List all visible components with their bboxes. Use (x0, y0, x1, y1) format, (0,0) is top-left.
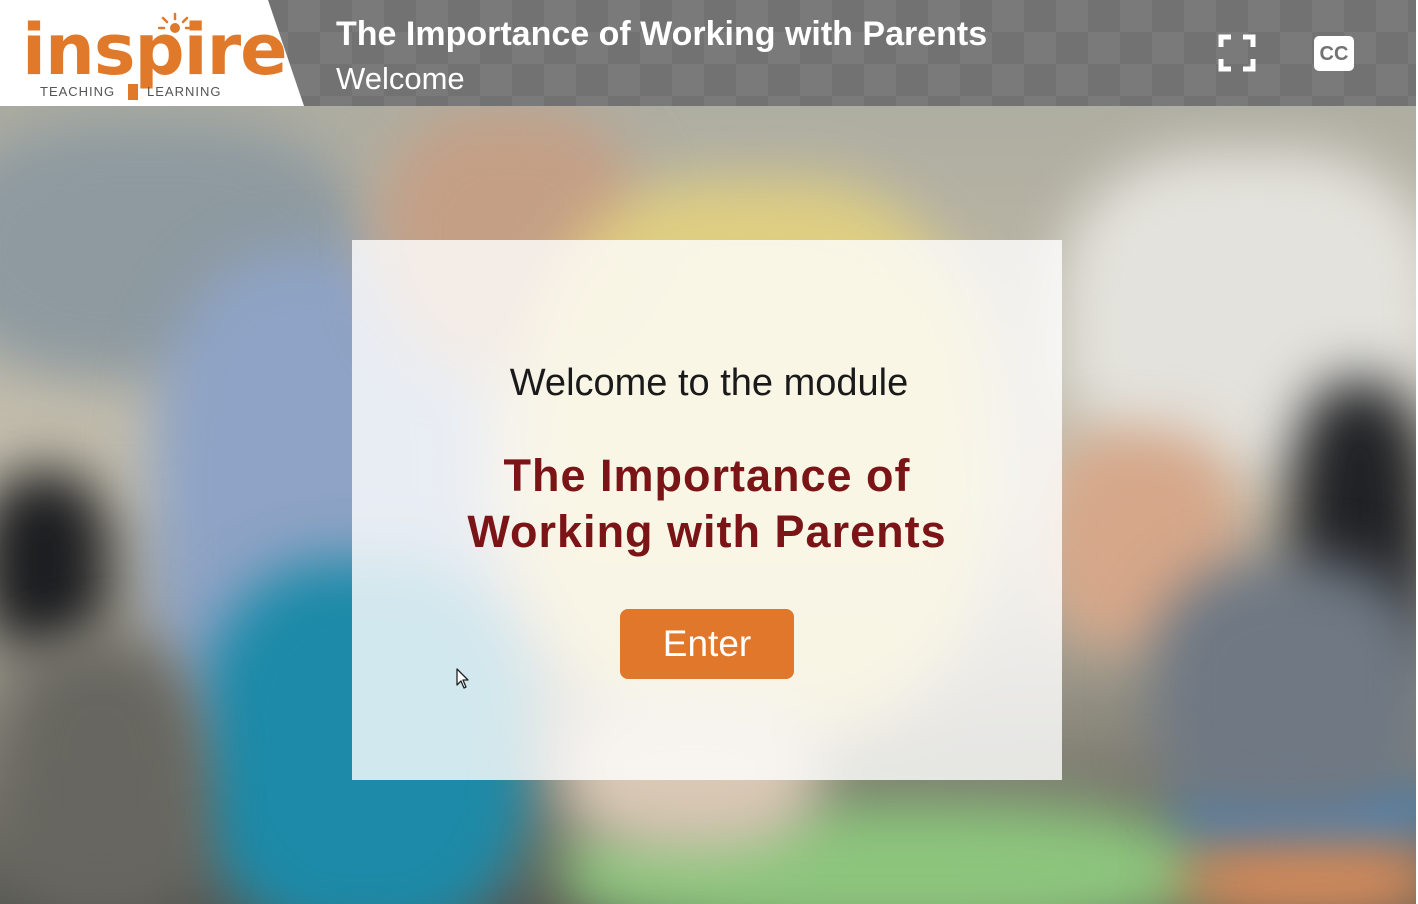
header-bar: inspire TEACHING LEARNING The Importance… (0, 0, 1418, 106)
logo-tagline-teaching: TEACHING (40, 84, 116, 99)
module-title-line-1: The Importance of (503, 450, 911, 501)
welcome-text: Welcome to the module (509, 362, 909, 404)
sun-icon (158, 12, 192, 33)
logo-divider (128, 84, 138, 100)
logo-word: inspire (22, 9, 288, 91)
closed-captions-button[interactable]: CC (1314, 36, 1354, 71)
logo-tagline-learning: LEARNING (147, 84, 222, 99)
mouse-cursor-icon (456, 668, 469, 689)
module-title-line-2: Working with Parents (467, 506, 947, 557)
inspire-logo: inspire TEACHING LEARNING (0, 0, 304, 106)
enter-button[interactable]: Enter (620, 609, 794, 679)
slide-title: Welcome (336, 61, 465, 96)
module-title: The Importance of Working with Parents (352, 448, 1062, 560)
cc-label: CC (1319, 42, 1349, 65)
fullscreen-icon (1218, 34, 1256, 72)
fullscreen-button[interactable] (1218, 34, 1256, 72)
course-title: The Importance of Working with Parents (336, 15, 988, 53)
